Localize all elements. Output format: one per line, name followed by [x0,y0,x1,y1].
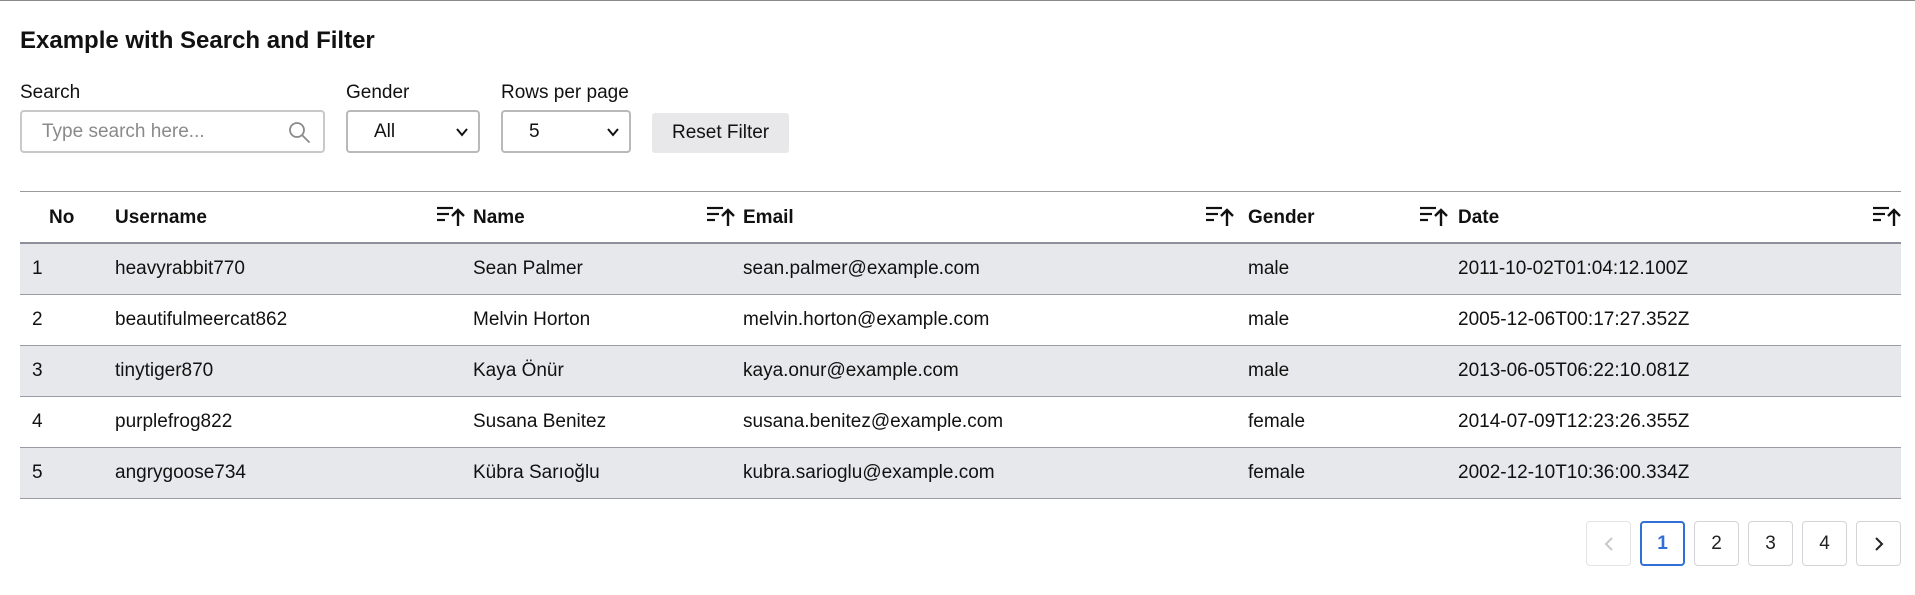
next-page-button[interactable] [1856,521,1901,566]
filter-bar: Search Gender All Rows per page 5 [20,67,1895,153]
cell-name: Melvin Horton [473,294,743,346]
page: Example with Search and Filter Search Ge… [0,0,1915,595]
rows-per-page-select[interactable]: 5 [501,110,631,153]
table-row[interactable]: 1 heavyrabbit770 Sean Palmer sean.palmer… [20,243,1901,295]
reset-filter-button[interactable]: Reset Filter [652,113,790,153]
table-row[interactable]: 3 tinytiger870 Kaya Önür kaya.onur@examp… [20,345,1901,397]
cell-date: 2014-07-09T12:23:26.355Z [1458,396,1901,448]
rows-control: Rows per page 5 [501,82,631,153]
gender-select[interactable]: All [346,110,480,153]
cell-name: Kübra Sarıoğlu [473,447,743,499]
column-header-username[interactable]: Username [115,192,473,244]
pagination: 1 2 3 4 [1586,521,1901,566]
table-row[interactable]: 2 beautifulmeercat862 Melvin Horton melv… [20,294,1901,346]
table-header-row: No Username Name Email Gender Date [20,192,1901,244]
cell-email: kubra.sarioglu@example.com [743,447,1248,499]
cell-username: tinytiger870 [115,345,473,397]
column-label-name: Name [473,207,525,228]
prev-page-button[interactable] [1586,521,1631,566]
rows-per-page-label: Rows per page [501,82,629,103]
search-label: Search [20,82,81,103]
cell-name: Susana Benitez [473,396,743,448]
column-label-email: Email [743,207,794,228]
cell-date: 2005-12-06T00:17:27.352Z [1458,294,1901,346]
cell-name: Sean Palmer [473,243,743,295]
page-button-1[interactable]: 1 [1640,521,1685,566]
cell-username: heavyrabbit770 [115,243,473,295]
cell-gender: male [1248,243,1458,295]
sort-ascending-icon[interactable] [1418,204,1448,228]
page-button-2[interactable]: 2 [1694,521,1739,566]
cell-date: 2013-06-05T06:22:10.081Z [1458,345,1901,397]
data-table-wrapper: No Username Name Email Gender Date 1 hea… [20,191,1901,499]
rows-per-page-value: 5 [529,120,540,142]
chevron-right-icon [1874,536,1883,551]
sort-ascending-icon[interactable] [705,204,735,228]
column-header-email[interactable]: Email [743,192,1248,244]
page-title: Example with Search and Filter [20,27,375,54]
column-header-no: No [20,192,115,244]
column-label-gender: Gender [1248,207,1315,228]
gender-label: Gender [346,82,410,103]
column-header-date[interactable]: Date [1458,192,1901,244]
cell-no: 5 [20,447,115,499]
cell-date: 2011-10-02T01:04:12.100Z [1458,243,1901,295]
gender-control: Gender All [346,82,480,153]
data-table: No Username Name Email Gender Date 1 hea… [20,192,1901,499]
cell-email: kaya.onur@example.com [743,345,1248,397]
cell-username: angrygoose734 [115,447,473,499]
cell-date: 2002-12-10T10:36:00.334Z [1458,447,1901,499]
chevron-down-icon [456,128,468,137]
column-header-gender[interactable]: Gender [1248,192,1458,244]
cell-gender: male [1248,345,1458,397]
chevron-down-icon [607,128,619,137]
search-control: Search [20,82,325,153]
table-row[interactable]: 5 angrygoose734 Kübra Sarıoğlu kubra.sar… [20,447,1901,499]
sort-ascending-icon[interactable] [1204,204,1234,228]
chevron-left-icon [1604,536,1613,551]
cell-no: 4 [20,396,115,448]
cell-no: 2 [20,294,115,346]
search-box[interactable] [20,110,325,153]
cell-email: melvin.horton@example.com [743,294,1248,346]
column-label-no: No [49,207,75,228]
cell-username: beautifulmeercat862 [115,294,473,346]
cell-email: sean.palmer@example.com [743,243,1248,295]
cell-no: 1 [20,243,115,295]
sort-ascending-icon[interactable] [1871,204,1901,228]
column-header-name[interactable]: Name [473,192,743,244]
cell-no: 3 [20,345,115,397]
cell-gender: female [1248,396,1458,448]
search-icon[interactable] [287,120,311,144]
table-row[interactable]: 4 purplefrog822 Susana Benitez susana.be… [20,396,1901,448]
cell-gender: female [1248,447,1458,499]
page-button-4[interactable]: 4 [1802,521,1847,566]
cell-email: susana.benitez@example.com [743,396,1248,448]
search-input[interactable] [22,112,323,151]
gender-select-value: All [374,120,396,142]
page-button-3[interactable]: 3 [1748,521,1793,566]
cell-username: purplefrog822 [115,396,473,448]
cell-name: Kaya Önür [473,345,743,397]
column-label-username: Username [115,207,207,228]
cell-gender: male [1248,294,1458,346]
column-label-date: Date [1458,207,1500,228]
sort-ascending-icon[interactable] [435,204,465,228]
